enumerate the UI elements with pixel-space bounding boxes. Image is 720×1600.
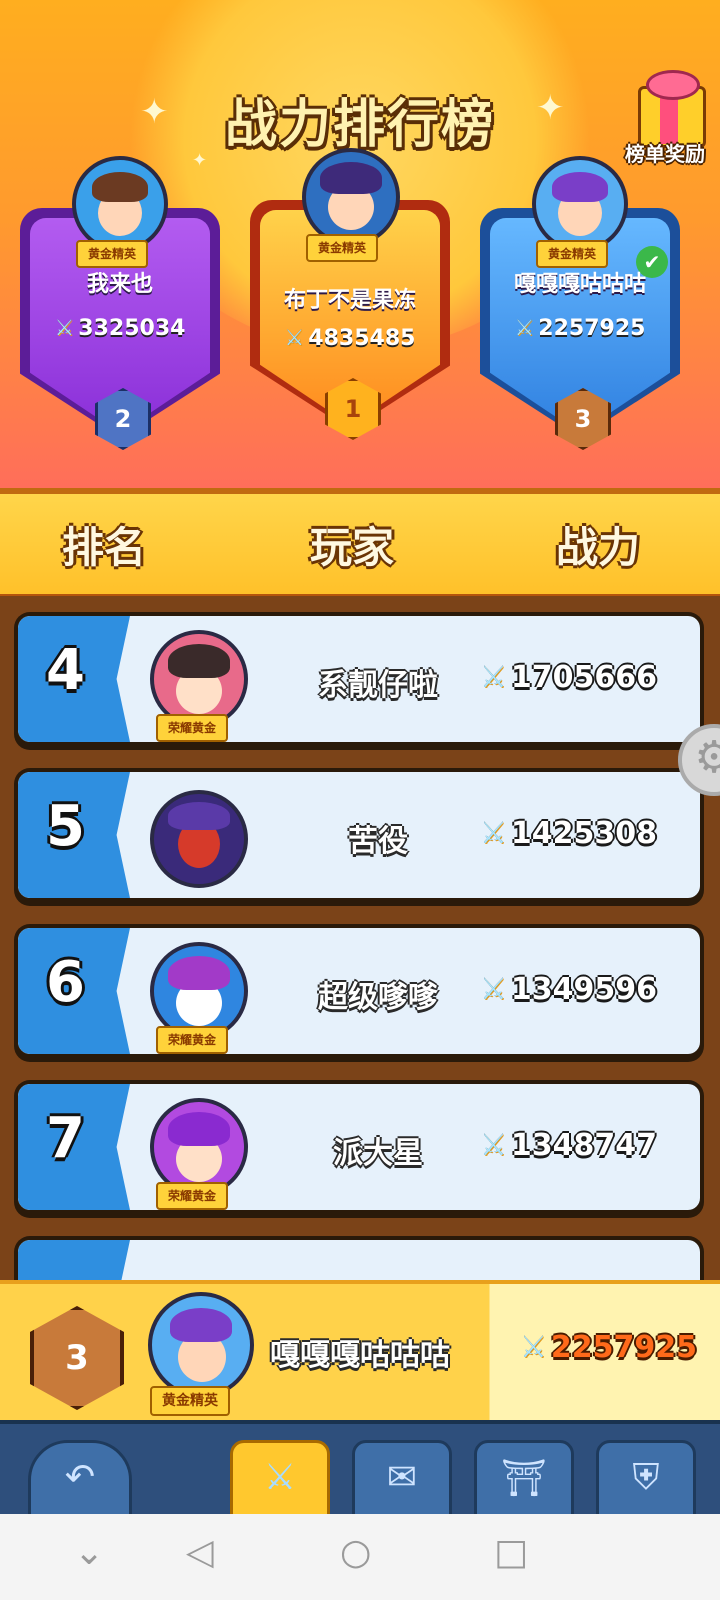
title-badge: 荣耀黄金 xyxy=(156,1182,229,1210)
tab-shield[interactable]: ⛨ xyxy=(596,1440,696,1518)
back-arrow-icon: ↶ xyxy=(64,1457,96,1498)
avatar xyxy=(150,790,248,888)
tab-map[interactable]: ✉ xyxy=(352,1440,452,1518)
table-row[interactable]: 6 荣耀黄金 超级嗲嗲 ⚔ 1349596 xyxy=(14,924,704,1062)
crossed-swords-icon: ⚔ xyxy=(480,660,507,695)
crossed-swords-icon: ⚔ xyxy=(263,1457,297,1498)
title-badge: 黄金精英 xyxy=(306,234,379,262)
my-player-name: 嘎嘎嘎咕咕咕 xyxy=(270,1338,450,1373)
nav-collapse-icon[interactable]: ⌄ xyxy=(74,1532,104,1573)
player-name: 派大星 xyxy=(333,1136,423,1171)
column-header: 排名 玩家 战力 xyxy=(0,488,720,602)
my-avatar xyxy=(148,1292,254,1398)
my-power-value: ⚔ 2257925 xyxy=(520,1330,698,1365)
table-row[interactable]: 4 荣耀黄金 系靓仔啦 ⚔ 1705666 xyxy=(14,612,704,750)
shield-icon: ⛨ xyxy=(632,1457,660,1498)
column-rank: 排名 xyxy=(62,523,147,572)
row-rank: 6 xyxy=(46,950,85,1015)
nav-home-icon[interactable]: ○ xyxy=(340,1532,371,1573)
player-name: 苦役 xyxy=(348,824,408,859)
crossed-swords-icon: ⚔ xyxy=(480,816,507,851)
column-player: 玩家 xyxy=(310,523,395,572)
row-rank: 4 xyxy=(46,638,85,703)
avatar xyxy=(72,156,168,252)
player-name: 嘎嘎嘎咕咕咕 xyxy=(513,272,646,297)
row-rank: 5 xyxy=(46,794,85,859)
nav-recents-icon[interactable]: □ xyxy=(494,1532,528,1573)
crossed-swords-icon: ⚔ xyxy=(54,316,75,341)
table-row[interactable]: 7 荣耀黄金 派大星 ⚔ 1348747 xyxy=(14,1080,704,1218)
crossed-swords-icon: ⚔ xyxy=(480,1128,507,1163)
nav-back-icon[interactable]: ◁ xyxy=(186,1532,214,1573)
bottom-tab-bar: ↶ ⚔ ✉ ⛩ ⛨ xyxy=(0,1420,720,1518)
crossed-swords-icon: ⚔ xyxy=(514,316,535,341)
crossed-swords-icon: ⚔ xyxy=(480,972,507,1007)
avatar xyxy=(302,148,400,246)
my-rank-bar: 3 黄金精英 嘎嘎嘎咕咕咕 ⚔ 2257925 xyxy=(0,1280,720,1424)
crossed-swords-icon: ⚔ xyxy=(284,326,305,351)
scroll-map-icon: ✉ xyxy=(386,1457,418,1498)
title-badge: 黄金精英 xyxy=(76,240,149,268)
power-value: ⚔ 4835485 xyxy=(284,326,416,351)
player-name: 布丁不是果冻 xyxy=(283,288,416,313)
avatar xyxy=(532,156,628,252)
title-badge: 荣耀黄金 xyxy=(156,1026,229,1054)
row-rank: 7 xyxy=(46,1106,85,1171)
tab-gate[interactable]: ⛩ xyxy=(474,1440,574,1518)
my-rank-badge: 3 xyxy=(30,1306,124,1410)
power-value: ⚔ 3325034 xyxy=(54,316,186,341)
crossed-swords-icon: ⚔ xyxy=(520,1330,547,1365)
back-button[interactable]: ↶ xyxy=(28,1440,132,1518)
title-badge: 黄金精英 xyxy=(150,1386,230,1416)
podium-first[interactable]: 黄金精英 布丁不是果冻 ⚔ 4835485 1 xyxy=(250,140,450,470)
player-name: 超级嗲嗲 xyxy=(318,980,438,1015)
power-value: ⚔ 2257925 xyxy=(514,316,646,341)
title-badge: 黄金精英 xyxy=(536,240,609,268)
player-name: 系靓仔啦 xyxy=(318,668,438,703)
player-name: 我来也 xyxy=(86,272,153,297)
podium-third[interactable]: 黄金精英 ✔ 嘎嘎嘎咕咕咕 ⚔ 2257925 3 xyxy=(480,148,680,468)
system-navigation-bar: ⌄ ◁ ○ □ xyxy=(0,1514,720,1600)
power-value: ⚔ 1348747 xyxy=(480,1128,658,1163)
power-value: ⚔ 1705666 xyxy=(480,660,658,695)
ranking-list[interactable]: 4 荣耀黄金 系靓仔啦 ⚔ 1705666 5 苦役 ⚔ 1425308 6 荣… xyxy=(0,596,720,1284)
power-value: ⚔ 1425308 xyxy=(480,816,658,851)
podium-area: ✦ ✦ ✦ 战力排行榜 榜单奖励 黄金精英 我来也 ⚔ 3325034 2 黄金精… xyxy=(0,0,720,488)
table-row[interactable] xyxy=(14,1236,704,1284)
table-row[interactable]: 5 苦役 ⚔ 1425308 xyxy=(14,768,704,906)
column-power: 战力 xyxy=(556,523,641,572)
tab-ranking[interactable]: ⚔ xyxy=(230,1440,330,1518)
power-value: ⚔ 1349596 xyxy=(480,972,658,1007)
title-badge: 荣耀黄金 xyxy=(156,714,229,742)
gate-icon: ⛩ xyxy=(501,1458,547,1499)
podium-second[interactable]: 黄金精英 我来也 ⚔ 3325034 2 xyxy=(20,148,220,468)
